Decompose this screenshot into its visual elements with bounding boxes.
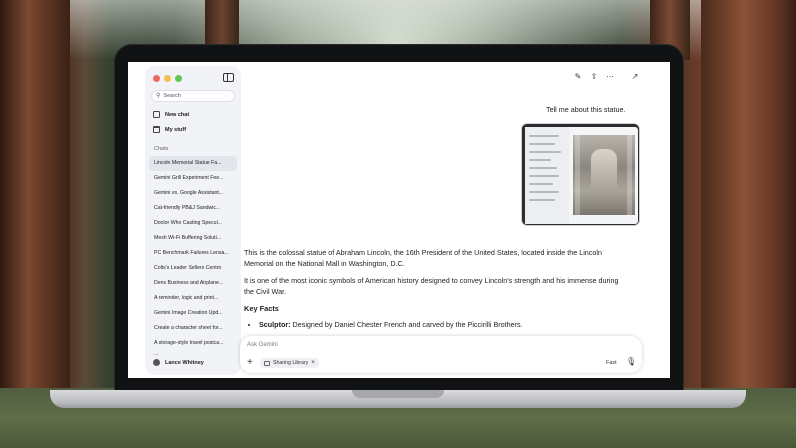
- response-paragraph: It is one of the most iconic symbols of …: [244, 276, 619, 296]
- user-profile[interactable]: Lance Whitney: [153, 359, 204, 366]
- chat-list: Lincoln Memorial Statue Fa... Gemini Gri…: [149, 156, 237, 357]
- search-input[interactable]: ⚲ Search: [151, 90, 235, 102]
- attached-screenshot-image[interactable]: [521, 123, 640, 226]
- my-stuff-button[interactable]: My stuff: [153, 126, 186, 133]
- avatar: [153, 359, 160, 366]
- prompt-input[interactable]: Ask Gemini: [247, 342, 278, 348]
- bullet-label: Sculptor:: [259, 320, 291, 329]
- user-name: Lance Whitney: [165, 359, 204, 366]
- edit-icon[interactable]: ✎: [573, 72, 583, 82]
- tree-trunk-left: [0, 0, 70, 448]
- new-chat-icon: [153, 111, 160, 118]
- zoom-window-button[interactable]: [175, 75, 182, 82]
- new-chat-button[interactable]: New chat: [153, 111, 189, 118]
- chat-item[interactable]: Gemini Image Creation Upd...: [149, 306, 237, 321]
- close-icon[interactable]: ×: [311, 360, 315, 366]
- chat-item[interactable]: Create a character sheet for...: [149, 321, 237, 336]
- expand-icon[interactable]: ↗: [630, 72, 640, 82]
- share-icon[interactable]: ⇧: [589, 72, 599, 82]
- chat-item[interactable]: A reminder, logic and print...: [149, 291, 237, 306]
- chats-heading: Chats: [154, 146, 169, 152]
- microphone-icon[interactable]: 🎙: [626, 357, 636, 367]
- model-mode-selector[interactable]: Fast: [606, 360, 617, 366]
- add-icon[interactable]: +: [247, 358, 253, 368]
- sidebar: ⚲ Search New chat My stuff Chats Lincoln…: [145, 66, 241, 375]
- app-window: ⚲ Search New chat My stuff Chats Lincoln…: [128, 62, 670, 378]
- search-placeholder: Search: [163, 93, 181, 99]
- more-icon[interactable]: ⋯: [605, 72, 615, 82]
- response-paragraph: This is the colossal statue of Abraham L…: [244, 248, 602, 268]
- list-item: Sculptor: Designed by Daniel Chester Fre…: [259, 319, 624, 330]
- prompt-composer[interactable]: Ask Gemini + Sharing Library × Fast 🎙: [240, 336, 642, 373]
- folder-icon: [153, 126, 160, 133]
- chat-item[interactable]: Gemini vs. Google Assistant...: [149, 186, 237, 201]
- chat-item[interactable]: A storage-style travel postca...: [149, 336, 237, 351]
- chat-item[interactable]: Gemini Grill Experiment Fee...: [149, 171, 237, 186]
- chat-item[interactable]: PC Benchmark Failures Lensa...: [149, 246, 237, 261]
- bullet-text: Designed by Daniel Chester French and ca…: [290, 320, 523, 329]
- laptop-notch: [352, 390, 444, 398]
- my-stuff-label: My stuff: [165, 126, 187, 133]
- chat-item[interactable]: ...: [149, 351, 237, 357]
- key-facts-list: Sculptor: Designed by Daniel Chester Fre…: [244, 319, 624, 330]
- close-window-button[interactable]: [153, 75, 160, 82]
- sidebar-toggle-icon[interactable]: [223, 73, 234, 82]
- chat-item[interactable]: Dens Business and Airplane...: [149, 276, 237, 291]
- assistant-response: This is the colossal statue of Abraham L…: [244, 247, 624, 330]
- minimize-window-button[interactable]: [164, 75, 171, 82]
- search-icon: ⚲: [156, 93, 161, 99]
- chip-label: Sharing Library: [273, 360, 309, 366]
- chat-item[interactable]: Lincoln Memorial Statue Fa...: [149, 156, 237, 171]
- response-heading: Key Facts: [244, 304, 279, 313]
- chat-item[interactable]: Doctor Who Casting Specul...: [149, 216, 237, 231]
- new-chat-label: New chat: [165, 111, 190, 118]
- sharing-library-chip[interactable]: Sharing Library ×: [260, 358, 319, 368]
- window-icon: [264, 360, 270, 366]
- tree-trunk-right: [701, 0, 796, 448]
- statue-photo: [573, 135, 635, 215]
- chat-item[interactable]: Mesh Wi-Fi Buffering Soluti...: [149, 231, 237, 246]
- chat-item[interactable]: Cat-friendly PB&J Sandwic...: [149, 201, 237, 216]
- user-message: Tell me about this statue.: [540, 102, 632, 118]
- chat-item[interactable]: Colts's Leader Sellers Centro: [149, 261, 237, 276]
